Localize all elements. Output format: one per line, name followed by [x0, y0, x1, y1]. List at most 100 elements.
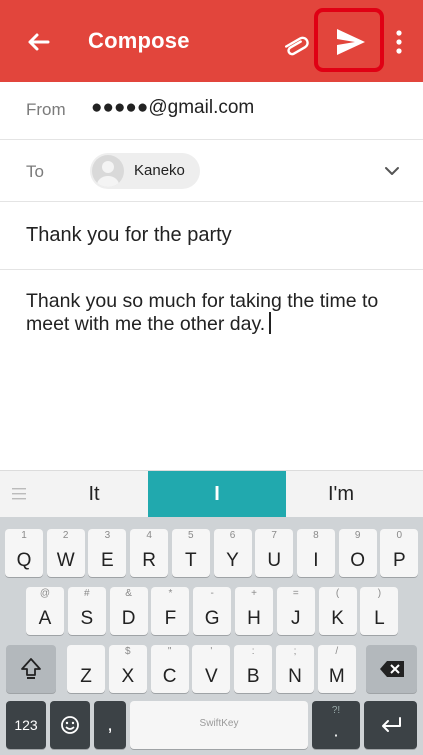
text-cursor — [269, 312, 272, 334]
key-x[interactable]: $ X — [108, 645, 147, 693]
key-label: X — [121, 666, 135, 687]
key-z[interactable]: Z — [67, 645, 105, 693]
key-e[interactable]: 3E — [88, 529, 127, 577]
send-icon[interactable] — [325, 25, 373, 59]
arrow-left-icon[interactable] — [22, 26, 54, 58]
key-hint: 1 — [21, 530, 27, 541]
key-hint: 2 — [62, 530, 69, 541]
key-label: L — [374, 608, 385, 629]
key-n[interactable]: ; N — [276, 645, 314, 693]
suggestion-bar: It I I'm — [0, 470, 423, 518]
key-g[interactable]: -G — [193, 587, 232, 635]
key-hint: $ — [125, 646, 131, 657]
key-f[interactable]: * F — [151, 587, 190, 635]
key-label: Z — [80, 666, 92, 687]
key-j[interactable]: = J — [276, 587, 315, 635]
key-hint: 8 — [313, 530, 319, 541]
avatar — [92, 155, 124, 187]
person-icon — [97, 161, 119, 187]
more-vert-icon[interactable] — [392, 27, 406, 57]
key-r[interactable]: 4R — [130, 529, 169, 577]
key-label: F — [164, 608, 177, 629]
recipient-chip[interactable]: Kaneko — [90, 153, 200, 189]
key-hint: 0 — [396, 530, 403, 541]
key-k[interactable]: (K — [318, 587, 357, 635]
suggestion-item[interactable]: I'm — [286, 471, 396, 518]
key-hint: ; — [293, 646, 297, 657]
key-label: K — [331, 608, 344, 629]
key-hint: 6 — [229, 530, 236, 541]
key-hint: ) — [377, 588, 382, 599]
numbers-key[interactable]: 123 — [6, 701, 46, 749]
key-hint: & — [125, 588, 132, 599]
key-label: G — [204, 608, 220, 629]
message-body-field[interactable]: Thank you so much for taking the time to… — [26, 290, 418, 335]
key-label: Q — [16, 550, 32, 571]
key-hint: / — [335, 646, 339, 657]
key-l[interactable]: ) L — [360, 587, 399, 635]
to-row[interactable]: To Kaneko — [0, 140, 423, 202]
key-o[interactable]: 9O — [338, 529, 377, 577]
key-c[interactable]: " C — [150, 645, 189, 693]
key-label: I — [313, 550, 319, 571]
key-hint: @ — [39, 588, 51, 599]
key-label: Y — [226, 550, 239, 571]
paperclip-icon[interactable] — [279, 28, 309, 56]
emoji-key[interactable] — [50, 701, 90, 749]
key-hint: ( — [335, 588, 340, 599]
emoji-icon — [61, 716, 79, 734]
key-label: R — [142, 550, 156, 571]
key-a[interactable]: @ A — [26, 587, 64, 635]
chevron-down-icon[interactable] — [383, 165, 401, 177]
menu-icon[interactable] — [12, 487, 26, 501]
key-hint: # — [84, 588, 90, 599]
period-key-label: . — [333, 720, 339, 741]
key-hint: + — [251, 588, 257, 599]
key-label: M — [328, 666, 345, 687]
space-key-label: SwiftKey — [199, 718, 239, 729]
comma-key[interactable]: , — [94, 701, 126, 749]
backspace-key[interactable] — [366, 645, 417, 693]
from-label: From — [26, 100, 66, 119]
key-s[interactable]: # S — [67, 587, 106, 635]
suggestion-item[interactable]: It — [40, 471, 148, 518]
key-w[interactable]: 2W — [46, 529, 85, 577]
shift-key[interactable] — [6, 645, 56, 693]
key-label: N — [288, 666, 302, 687]
key-label: E — [101, 550, 114, 571]
key-q[interactable]: 1Q — [5, 529, 43, 577]
key-t[interactable]: 5T — [171, 529, 210, 577]
key-hint: 9 — [354, 530, 361, 541]
key-b[interactable]: :B — [234, 645, 273, 693]
period-key[interactable]: ?! . — [312, 701, 360, 749]
recipient-name: Kaneko — [134, 162, 185, 179]
key-d[interactable]: & D — [109, 587, 148, 635]
message-body-text: Thank you so much for taking the time to… — [26, 290, 379, 335]
key-p[interactable]: 0P — [380, 529, 419, 577]
subject-field[interactable]: Thank you for the party — [0, 202, 423, 270]
key-hint: ' — [210, 646, 213, 657]
key-m[interactable]: / M — [317, 645, 356, 693]
from-row: From ●●●●●@gmail.com — [0, 82, 423, 140]
key-label: B — [246, 666, 260, 687]
key-label: S — [80, 608, 94, 629]
key-label: U — [267, 550, 282, 571]
key-hint: = — [292, 588, 299, 599]
from-address[interactable]: ●●●●●@gmail.com — [91, 97, 254, 119]
suggestion-item-selected[interactable]: I — [148, 471, 286, 518]
key-i[interactable]: 8I — [296, 529, 335, 577]
key-label: W — [56, 550, 75, 571]
to-label: To — [26, 162, 44, 181]
period-key-hint: ?! — [331, 705, 341, 716]
comma-key-label: , — [107, 713, 113, 736]
key-h[interactable]: + H — [235, 587, 273, 635]
key-v[interactable]: ' V — [192, 645, 231, 693]
space-key[interactable]: SwiftKey — [130, 701, 308, 749]
key-hint: - — [210, 588, 214, 599]
enter-key[interactable] — [364, 701, 417, 749]
keyboard: 1Q2W3E4R5T6Y7U8I9O0P @ A # S & D * F - G + H = J(K) L … — [0, 517, 423, 755]
key-label: T — [184, 550, 197, 571]
key-y[interactable]: 6Y — [213, 529, 252, 577]
app-toolbar: Compose — [0, 0, 423, 82]
key-u[interactable]: 7U — [255, 529, 294, 577]
